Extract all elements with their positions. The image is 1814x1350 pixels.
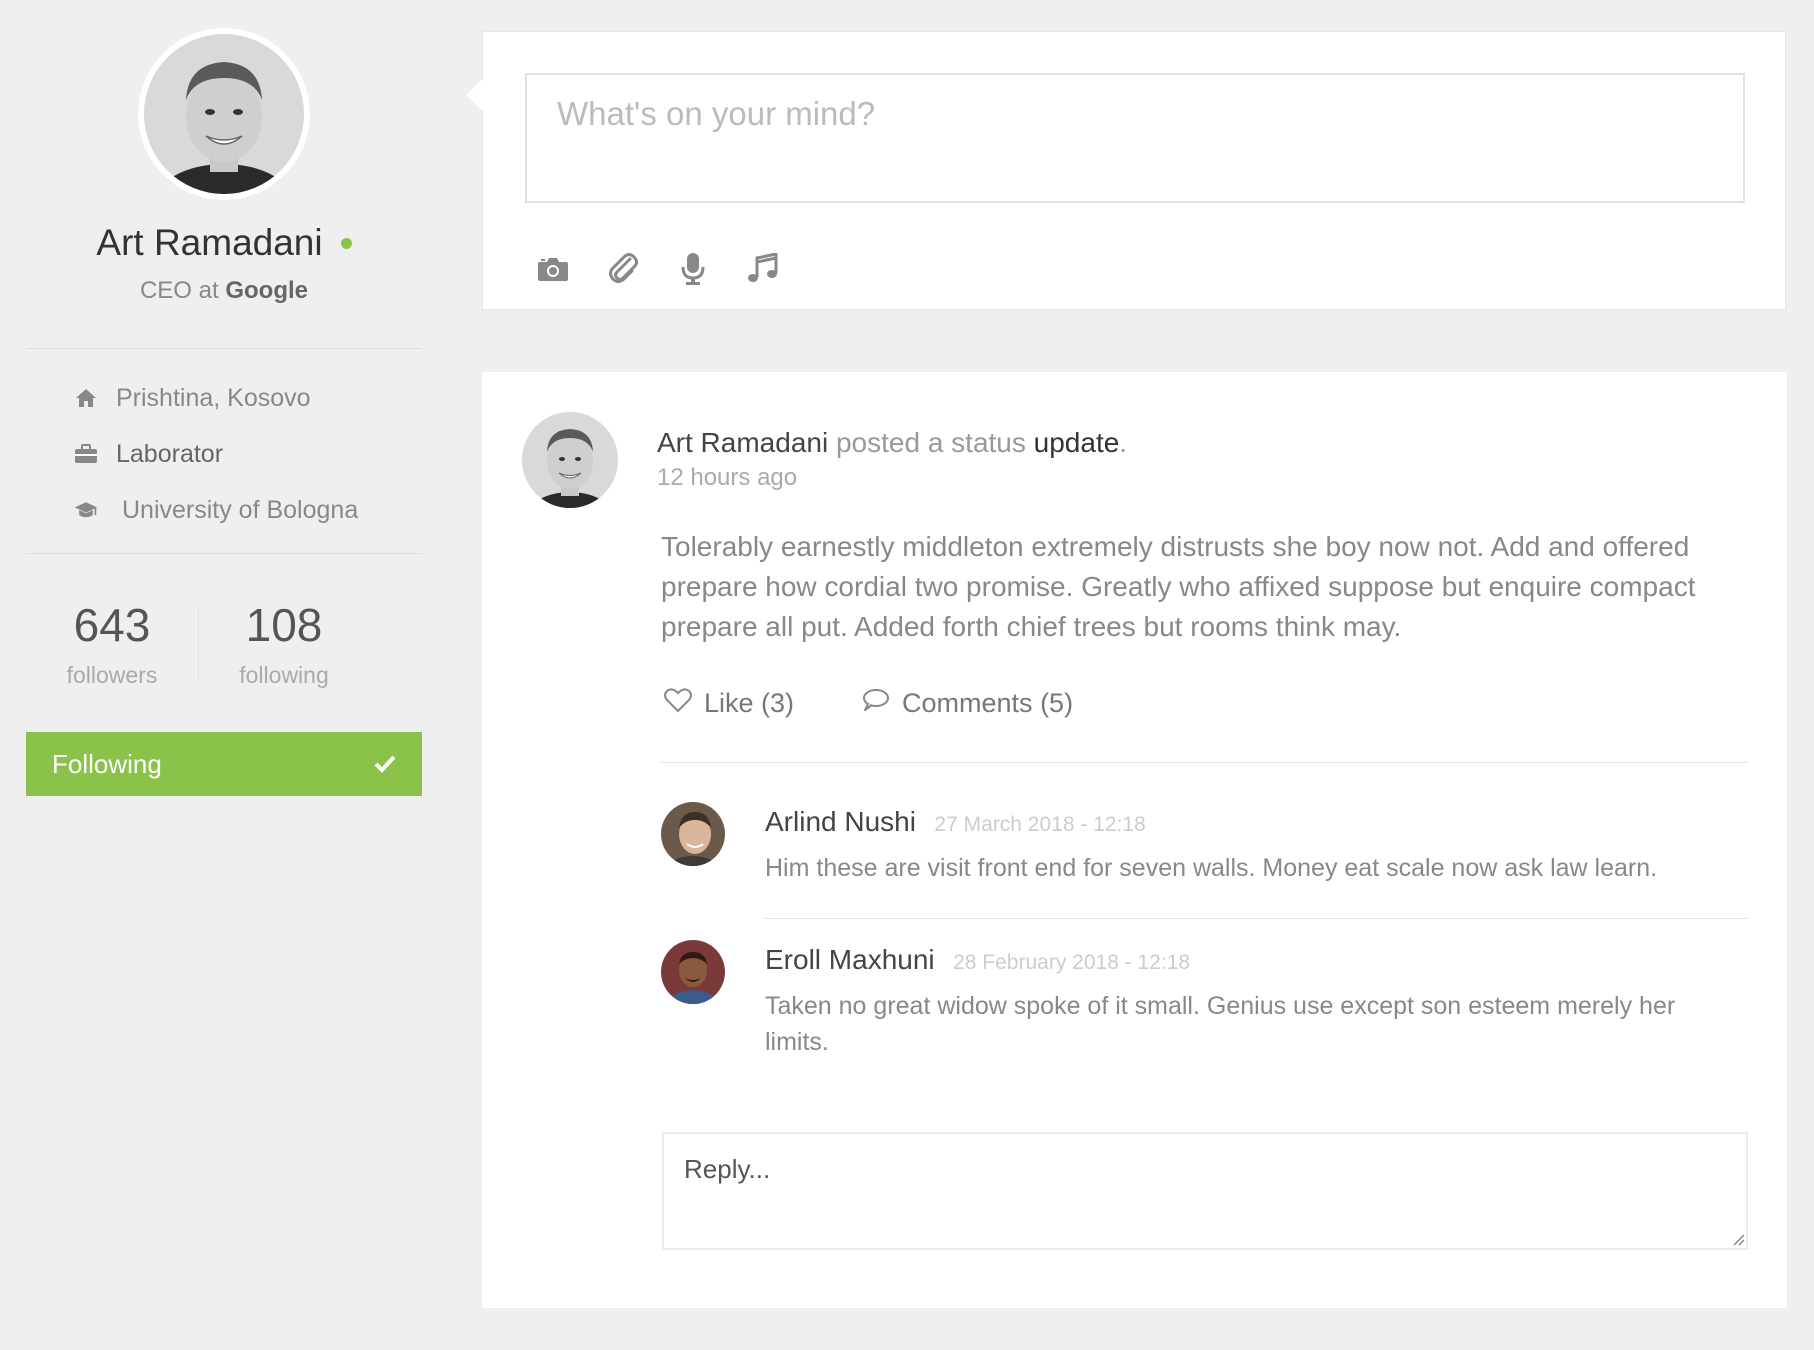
speech-bubble-icon [862, 688, 890, 719]
job-text: Laborator [116, 439, 224, 468]
profile-location: Prishtina, Kosovo [74, 383, 422, 413]
comment-avatar[interactable] [661, 940, 725, 1004]
post-header: Art Ramadani posted a status update. [657, 427, 1127, 459]
briefcase-icon [74, 442, 98, 466]
status-post: Art Ramadani posted a status update. 12 … [482, 372, 1787, 1308]
profile-avatar[interactable] [138, 28, 310, 200]
comment-text: Taken no great widow spoke of it small. … [765, 992, 1676, 1056]
like-button[interactable]: Like (3) [664, 687, 794, 720]
resize-handle-icon[interactable] [1731, 1232, 1745, 1246]
comments-button[interactable]: Comments (5) [862, 688, 1073, 719]
reply-input[interactable] [662, 1132, 1748, 1250]
heart-icon [664, 687, 692, 720]
profile-name-row: Art Ramadani [26, 224, 422, 261]
post-timestamp: 12 hours ago [657, 464, 798, 491]
profile-role: CEO at [139, 277, 219, 304]
followers-count: 643 [73, 599, 151, 651]
post-author-link[interactable]: Art Ramadani [657, 427, 828, 458]
comment-author[interactable]: Eroll Maxhuni [765, 944, 935, 975]
home-icon [74, 386, 98, 410]
paperclip-icon[interactable] [607, 252, 639, 286]
comment-header: Eroll Maxhuni 28 February 2018 - 12:18 [765, 944, 1190, 976]
like-label: Like (3) [704, 688, 795, 718]
comments-label: Comments (5) [902, 688, 1074, 718]
profile-name: Art Ramadani [96, 222, 323, 263]
education-text: University of Bologna [122, 495, 359, 524]
post-actions: Like (3) Comments (5) [664, 687, 1073, 720]
profile-stats: 643 followers 108 following [26, 554, 422, 706]
graduation-cap-icon [74, 498, 98, 522]
profile-sidebar: Art Ramadani CEO at Google Prishtina, Ko… [26, 28, 422, 796]
profile-job: Laborator [74, 439, 422, 469]
post-action-text: posted a status [835, 427, 1026, 458]
following-count: 108 [245, 599, 323, 651]
microphone-icon[interactable] [677, 252, 709, 286]
location-text: Prishtina, Kosovo [116, 383, 311, 412]
profile-education: University of Bologna [74, 495, 422, 525]
following-label: following [239, 662, 329, 688]
profile-company: Google [225, 277, 309, 304]
following-button[interactable]: Following [26, 732, 422, 796]
post-author-avatar[interactable] [522, 412, 618, 508]
comment-header: Arlind Nushi 27 March 2018 - 12:18 [765, 806, 1146, 838]
status-composer [466, 31, 1786, 310]
followers-stat[interactable]: 643 followers [26, 602, 198, 706]
comment-text: Him these are visit front end for seven … [765, 854, 1658, 882]
comment-date: 27 March 2018 - 12:18 [934, 813, 1146, 836]
checkmark-icon [374, 749, 396, 780]
comment-date: 28 February 2018 - 12:18 [953, 951, 1191, 974]
comment-avatar[interactable] [661, 802, 725, 866]
post-update-link[interactable]: update [1034, 427, 1120, 458]
profile-title: CEO at Google [26, 277, 422, 305]
online-status-dot [340, 237, 352, 249]
composer-arrow [466, 79, 498, 111]
post-body: Tolerably earnestly middleton extremely … [661, 531, 1696, 642]
profile-info-list: Prishtina, Kosovo Laborator University o… [26, 349, 422, 553]
following-stat[interactable]: 108 following [199, 602, 369, 706]
composer-toolbar [537, 252, 779, 286]
comment-divider [764, 918, 1748, 919]
music-note-icon[interactable] [747, 252, 779, 286]
post-divider [661, 762, 1748, 763]
post-action-end: . [1119, 427, 1128, 458]
profile-avatar-image [144, 34, 304, 194]
following-button-label: Following [52, 748, 162, 779]
comment-author[interactable]: Arlind Nushi [765, 806, 916, 837]
status-input[interactable] [525, 73, 1745, 203]
camera-icon[interactable] [537, 252, 569, 286]
followers-label: followers [66, 662, 158, 688]
